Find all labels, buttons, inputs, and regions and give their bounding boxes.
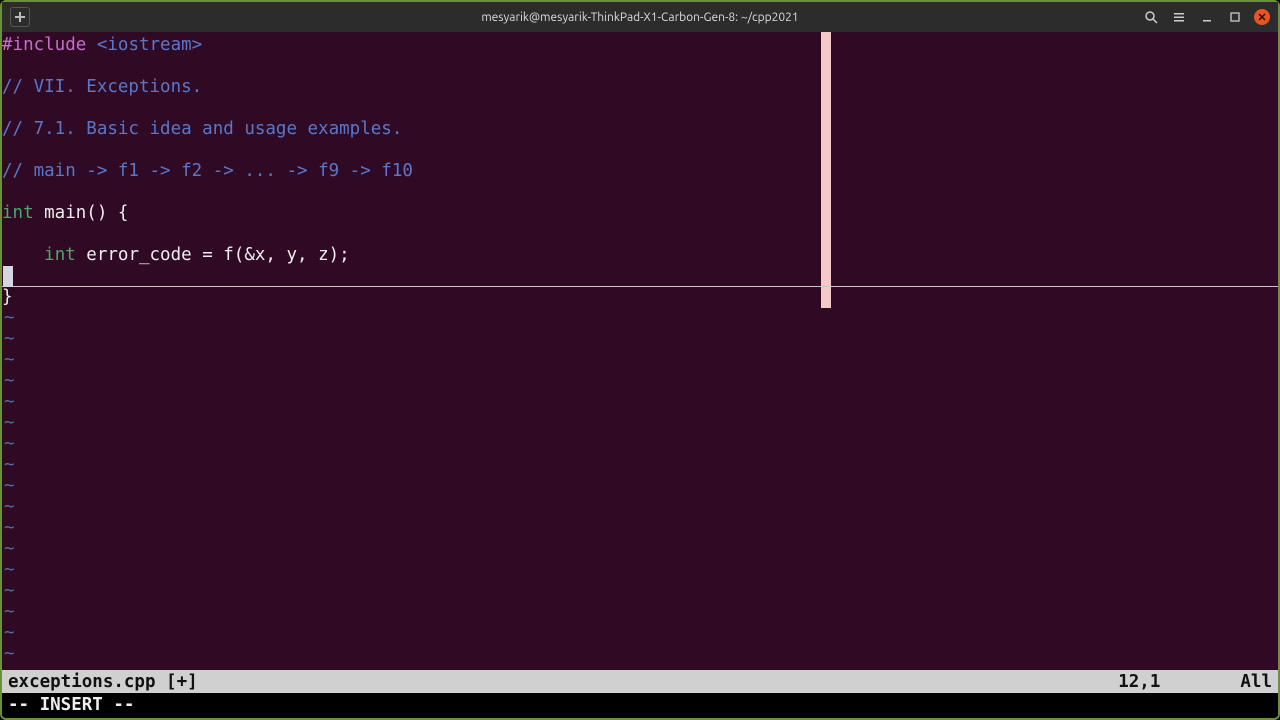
- code-line: [2, 224, 1278, 245]
- editor-viewport[interactable]: #include <iostream> // VII. Exceptions. …: [2, 32, 1278, 670]
- code-area[interactable]: #include <iostream> // VII. Exceptions. …: [2, 32, 1278, 665]
- code-line: #include <iostream>: [2, 35, 1278, 56]
- empty-line-tilde: ~: [2, 371, 1278, 392]
- empty-line-tilde: ~: [2, 560, 1278, 581]
- statement: error_code = f(&x, y, z);: [76, 245, 350, 265]
- code-line: [2, 182, 1278, 203]
- empty-line-tilde: ~: [2, 644, 1278, 665]
- empty-line-tilde: ~: [2, 518, 1278, 539]
- empty-line-tilde: ~: [2, 413, 1278, 434]
- new-tab-button[interactable]: [10, 7, 30, 27]
- empty-line-tilde: ~: [2, 539, 1278, 560]
- close-button[interactable]: [1254, 9, 1270, 25]
- close-brace: }: [2, 287, 13, 307]
- code-line: [2, 266, 1278, 287]
- hamburger-icon: [1172, 10, 1186, 24]
- empty-line-tilde: ~: [2, 350, 1278, 371]
- include-header: <iostream>: [86, 35, 202, 55]
- titlebar: mesyarik@mesyarik-ThinkPad-X1-Carbon-Gen…: [2, 2, 1278, 32]
- window-title: mesyarik@mesyarik-ThinkPad-X1-Carbon-Gen…: [481, 11, 798, 24]
- minimize-button[interactable]: [1198, 8, 1216, 26]
- status-position: 12,1: [1118, 672, 1160, 692]
- empty-line-tilde: ~: [2, 623, 1278, 644]
- code-line: [2, 98, 1278, 119]
- mode-text: -- INSERT --: [8, 695, 134, 715]
- maximize-icon: [1229, 11, 1241, 23]
- close-icon: [1258, 13, 1266, 21]
- comment: // 7.1. Basic idea and usage examples.: [2, 119, 402, 139]
- plus-icon: [14, 11, 26, 23]
- empty-line-tilde: ~: [2, 434, 1278, 455]
- code-line: int error_code = f(&x, y, z);: [2, 245, 1278, 266]
- comment: // main -> f1 -> f2 -> ... -> f9 -> f10: [2, 161, 413, 181]
- type-keyword: int: [44, 245, 76, 265]
- function-signature: main() {: [34, 203, 129, 223]
- search-button[interactable]: [1142, 8, 1160, 26]
- code-line: [2, 140, 1278, 161]
- minimize-icon: [1201, 11, 1213, 23]
- text-cursor: [3, 266, 13, 287]
- type-keyword: int: [2, 203, 34, 223]
- empty-line-tilde: ~: [2, 476, 1278, 497]
- empty-line-tilde: ~: [2, 329, 1278, 350]
- empty-line-tilde: ~: [2, 308, 1278, 329]
- status-scroll: All: [1240, 672, 1272, 692]
- code-line: }: [2, 287, 1278, 308]
- code-line: int main() {: [2, 203, 1278, 224]
- titlebar-right: [1142, 8, 1270, 26]
- mode-bar: -- INSERT --: [2, 693, 1278, 716]
- code-line: [2, 56, 1278, 77]
- menu-button[interactable]: [1170, 8, 1188, 26]
- cursor-line-highlight: [2, 286, 1278, 287]
- status-bar: exceptions.cpp [+] 12,1 All: [2, 670, 1278, 693]
- maximize-button[interactable]: [1226, 8, 1244, 26]
- code-line: // 7.1. Basic idea and usage examples.: [2, 119, 1278, 140]
- empty-line-tilde: ~: [2, 497, 1278, 518]
- empty-line-tilde: ~: [2, 602, 1278, 623]
- preprocessor-keyword: #include: [2, 35, 86, 55]
- titlebar-left: [10, 7, 30, 27]
- search-icon: [1144, 10, 1158, 24]
- status-filename: exceptions.cpp [+]: [8, 672, 198, 692]
- comment: // VII. Exceptions.: [2, 77, 202, 97]
- code-line: // VII. Exceptions.: [2, 77, 1278, 98]
- empty-line-tilde: ~: [2, 392, 1278, 413]
- code-line: // main -> f1 -> f2 -> ... -> f9 -> f10: [2, 161, 1278, 182]
- color-column: [821, 32, 831, 308]
- empty-line-tilde: ~: [2, 455, 1278, 476]
- empty-line-tilde: ~: [2, 581, 1278, 602]
